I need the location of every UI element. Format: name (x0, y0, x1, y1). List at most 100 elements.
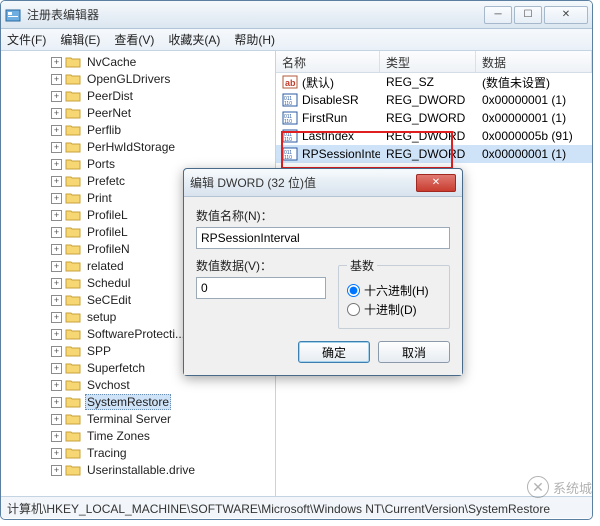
expand-icon[interactable]: + (51, 91, 62, 102)
menu-file[interactable]: 文件(F) (7, 31, 46, 48)
expand-icon[interactable]: + (51, 74, 62, 85)
cell-data: 0x00000001 (1) (476, 110, 592, 126)
tree-item-label: SoftwareProtecti... (85, 327, 187, 341)
expand-icon[interactable]: + (51, 448, 62, 459)
list-row[interactable]: ab(默认)REG_SZ(数值未设置) (276, 73, 592, 91)
tree-item[interactable]: +Tracing (51, 445, 275, 461)
expand-icon[interactable]: + (51, 346, 62, 357)
expand-icon[interactable]: + (51, 295, 62, 306)
expand-icon[interactable]: + (51, 57, 62, 68)
tree-item[interactable]: + OpenGLDrivers (51, 71, 275, 87)
tree-item[interactable]: +PeerNet (51, 105, 275, 121)
expand-icon[interactable]: + (51, 329, 62, 340)
expand-icon[interactable]: + (51, 278, 62, 289)
list-row[interactable]: 011110 RPSessionInter...REG_DWORD0x000000… (276, 145, 592, 163)
tree-item-label: Userinstallable.drive (85, 463, 197, 477)
cell-data: 0x00000001 (1) (476, 146, 592, 162)
expand-icon[interactable]: + (51, 159, 62, 170)
cell-name: DisableSR (302, 93, 359, 107)
list-row[interactable]: 011110 FirstRun REG_DWORD0x00000001 (1) (276, 109, 592, 127)
value-icon: 011110 (282, 110, 298, 126)
menu-view[interactable]: 查看(V) (114, 31, 154, 48)
titlebar[interactable]: 注册表编辑器 ─ ☐ ✕ (1, 1, 592, 29)
cell-data: (数值未设置) (476, 73, 592, 92)
ok-button[interactable]: 确定 (298, 341, 370, 363)
expand-icon[interactable]: + (51, 108, 62, 119)
tree-item[interactable]: +PerHwIdStorage (51, 139, 275, 155)
svg-text:110: 110 (284, 119, 292, 125)
tree-item-label: ProfileL (85, 208, 130, 222)
folder-icon (65, 327, 81, 341)
close-button[interactable]: ✕ (544, 6, 588, 24)
list-row[interactable]: 011110DisableSRREG_DWORD0x00000001 (1) (276, 91, 592, 109)
value-icon: 011110 (282, 146, 298, 162)
expand-icon[interactable]: + (51, 125, 62, 136)
tree-item[interactable]: +NvCache (51, 54, 275, 70)
expand-icon[interactable]: + (51, 210, 62, 221)
tree-item-label: Prefetc (85, 174, 127, 188)
folder-icon (65, 463, 81, 477)
expand-icon[interactable]: + (51, 380, 62, 391)
cell-name: RPSessionInter... (302, 147, 380, 161)
expand-icon[interactable]: + (51, 431, 62, 442)
tree-item[interactable]: + SystemRestore (51, 394, 275, 410)
app-icon (5, 7, 21, 23)
cell-name: FirstRun (302, 111, 347, 125)
menu-help[interactable]: 帮助(H) (234, 31, 275, 48)
expand-icon[interactable]: + (51, 193, 62, 204)
tree-item[interactable]: + Terminal Server (51, 411, 275, 427)
expand-icon[interactable]: + (51, 312, 62, 323)
cell-data: 0x00000001 (1) (476, 92, 592, 108)
value-data-label: 数值数据(V)： (196, 257, 326, 274)
tree-item-label: Superfetch (85, 361, 147, 375)
cell-name: LastIndex (302, 129, 354, 143)
tree-item-label: OpenGLDrivers (85, 72, 172, 86)
cell-type: REG_DWORD (380, 146, 476, 162)
value-name-label: 数值名称(N)： (196, 207, 450, 224)
expand-icon[interactable]: + (51, 227, 62, 238)
expand-icon[interactable]: + (51, 397, 62, 408)
list-row[interactable]: 011110LastIndexREG_DWORD0x0000005b (91) (276, 127, 592, 145)
folder-icon (65, 276, 81, 290)
cell-type: REG_DWORD (380, 128, 476, 144)
expand-icon[interactable]: + (51, 414, 62, 425)
cell-type: REG_SZ (380, 74, 476, 90)
cell-type: REG_DWORD (380, 110, 476, 126)
value-icon: 011110 (282, 92, 298, 108)
minimize-button[interactable]: ─ (484, 6, 512, 24)
tree-item-label: Terminal Server (85, 412, 173, 426)
tree-item-label: Time Zones (85, 429, 152, 443)
col-data[interactable]: 数据 (476, 51, 592, 72)
dialog-close-button[interactable]: ✕ (416, 174, 456, 192)
tree-item-label: ProfileL (85, 225, 130, 239)
tree-item[interactable]: + Time Zones (51, 428, 275, 444)
col-name[interactable]: 名称 (276, 51, 380, 72)
menu-edit[interactable]: 编辑(E) (60, 31, 100, 48)
dialog-titlebar[interactable]: 编辑 DWORD (32 位)值 ✕ (184, 169, 462, 197)
expand-icon[interactable]: + (51, 465, 62, 476)
maximize-button[interactable]: ☐ (514, 6, 542, 24)
expand-icon[interactable]: + (51, 261, 62, 272)
expand-icon[interactable]: + (51, 363, 62, 374)
tree-item[interactable]: +Perflib (51, 122, 275, 138)
tree-item-label: SystemRestore (85, 394, 171, 410)
menu-favorites[interactable]: 收藏夹(A) (168, 31, 220, 48)
status-path: 计算机\HKEY_LOCAL_MACHINE\SOFTWARE\Microsof… (7, 502, 550, 516)
base-legend: 基数 (347, 257, 377, 274)
edit-dword-dialog: 编辑 DWORD (32 位)值 ✕ 数值名称(N)： 数值数据(V)： 基数 … (183, 168, 463, 376)
expand-icon[interactable]: + (51, 142, 62, 153)
tree-item-label: Ports (85, 157, 117, 171)
cancel-button[interactable]: 取消 (378, 341, 450, 363)
col-type[interactable]: 类型 (380, 51, 476, 72)
expand-icon[interactable]: + (51, 176, 62, 187)
tree-item[interactable]: + Userinstallable.drive (51, 462, 275, 478)
radio-dec[interactable] (347, 303, 360, 316)
radio-hex[interactable] (347, 284, 360, 297)
expand-icon[interactable]: + (51, 244, 62, 255)
tree-item-label: ProfileN (85, 242, 132, 256)
tree-item[interactable]: +PeerDist (51, 88, 275, 104)
value-name-input[interactable] (196, 227, 450, 249)
value-data-input[interactable] (196, 277, 326, 299)
tree-item[interactable]: +Svchost (51, 377, 275, 393)
tree-item-label: SeCEdit (85, 293, 133, 307)
